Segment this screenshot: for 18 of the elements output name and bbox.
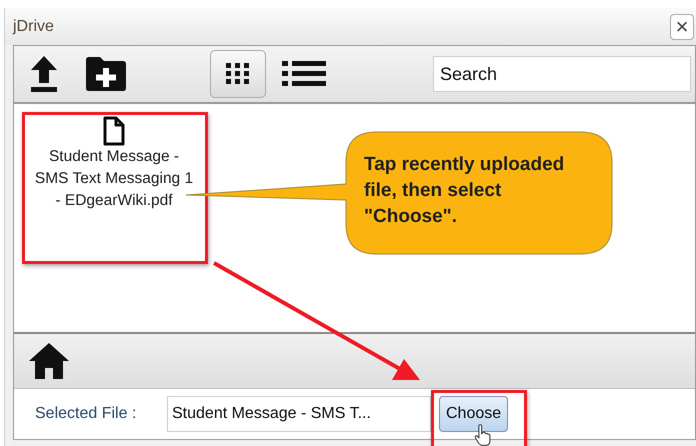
- choose-button[interactable]: Choose: [439, 396, 508, 432]
- close-button[interactable]: ×: [670, 14, 694, 40]
- file-name[interactable]: Student Message - SMS Text Messaging 1 - EDgearWiki.pdf: [31, 146, 197, 212]
- home-button[interactable]: [28, 342, 70, 380]
- search-field[interactable]: Search: [433, 56, 691, 92]
- list-view-icon: [282, 61, 326, 87]
- upload-icon: [30, 55, 58, 93]
- upload-button[interactable]: [30, 55, 58, 93]
- document-icon: [103, 116, 125, 146]
- grid-view-icon: [226, 63, 250, 85]
- grid-view-button[interactable]: [210, 50, 266, 98]
- new-folder-button[interactable]: [84, 56, 128, 92]
- home-icon: [28, 342, 70, 380]
- callout-text: Tap recently uploaded file, then select "Choose".: [364, 153, 566, 229]
- selected-file-label: Selected File :: [35, 405, 138, 423]
- folder-plus-icon: [84, 56, 128, 92]
- window-title: jDrive: [13, 18, 54, 36]
- selected-file-field[interactable]: Student Message - SMS T...: [167, 396, 431, 432]
